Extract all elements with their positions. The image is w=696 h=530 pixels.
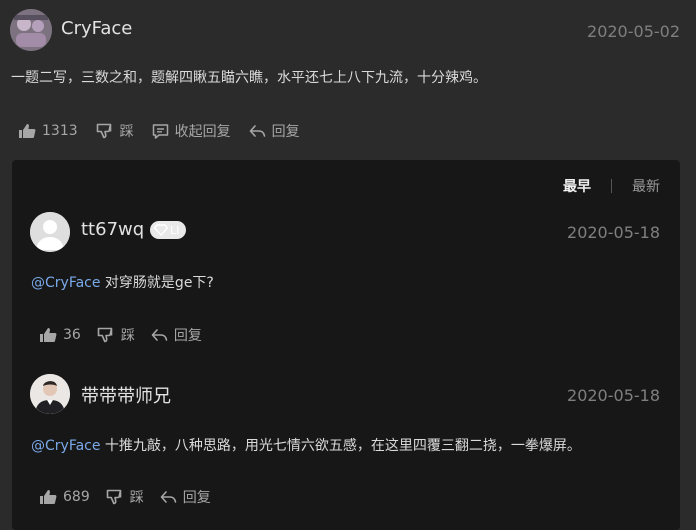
user-level-text: LI [170,223,180,237]
dislike-button[interactable]: 踩 [106,487,144,507]
sort-earliest[interactable]: 最早 [563,176,591,196]
reply-author-name[interactable]: 带带带师兄 [81,382,171,408]
mention-link[interactable]: @CryFace [31,438,100,454]
reply-date: 2020-05-18 [567,223,660,242]
like-count: 36 [63,327,81,343]
reply-text: 对穿肠就是ge下? [100,275,214,291]
sort-divider [611,179,612,193]
thumbs-down-icon [97,327,113,343]
thumbs-up-icon [40,328,57,342]
like-button[interactable]: 689 [39,487,90,507]
reply-label: 回复 [182,490,211,506]
post-content: 一题二写，三数之和，题解四瞅五瞄六瞧，水平还七上八下九流，十分辣鸡。 [11,70,487,86]
mention-link[interactable]: @CryFace [31,275,100,291]
reply-date: 2020-05-18 [567,386,660,405]
reply-label: 回复 [173,328,202,344]
post-author-avatar[interactable] [10,9,52,51]
reply-author-name[interactable]: tt67wq [81,219,144,240]
thumbs-up-icon [40,490,57,504]
collapse-replies-button[interactable]: 收起回复 [152,121,231,141]
thumbs-up-icon [19,124,36,138]
dislike-button[interactable]: 踩 [96,121,134,141]
reply-avatar[interactable] [30,374,70,414]
reply-button[interactable]: 回复 [160,487,211,507]
collapse-replies-label: 收起回复 [174,124,231,140]
post-date: 2020-05-02 [587,22,680,41]
sort-latest[interactable]: 最新 [632,176,660,196]
reply-label: 回复 [271,124,300,140]
dislike-label: 踩 [119,124,134,140]
comment-icon [152,124,168,139]
user-level-badge: LI [150,221,187,239]
diamond-icon [154,224,168,236]
like-button[interactable]: 1313 [18,121,78,141]
reply-content: @CryFace 对穿肠就是ge下? [31,272,214,292]
reply-icon [249,125,265,137]
reply-icon [151,329,168,341]
thumbs-down-icon [96,123,111,139]
reply-button[interactable]: 回复 [151,325,202,345]
reply-avatar[interactable] [30,212,70,252]
dislike-button[interactable]: 踩 [97,325,135,345]
reply-actions: 36 踩 回复 [39,325,202,345]
reply-text: 十推九敲，八种思路，用光七情六欲五感，在这里四覆三翻二挠，一拳爆屏。 [100,438,581,454]
reply-content: @CryFace 十推九敲，八种思路，用光七情六欲五感，在这里四覆三翻二挠，一拳… [31,435,581,455]
user-photo [30,374,70,414]
thumbs-down-icon [106,489,122,505]
dislike-label: 踩 [129,490,144,506]
like-button[interactable]: 36 [39,325,81,345]
reply-button[interactable]: 回复 [249,121,300,141]
dislike-label: 踩 [120,328,135,344]
like-count: 1313 [42,123,78,139]
post-actions: 1313 踩 收起回复 回复 [18,121,300,141]
default-user-icon [30,212,70,252]
reply-icon [160,491,177,503]
sort-controls: 最早 最新 [563,176,660,196]
post-author-name[interactable]: CryFace [61,18,132,39]
replies-panel: 最早 最新 tt67wq LI 2020-05-18 @CryFace 对穿肠就… [12,160,680,530]
like-count: 689 [63,489,90,505]
reply-actions: 689 踩 回复 [39,487,211,507]
